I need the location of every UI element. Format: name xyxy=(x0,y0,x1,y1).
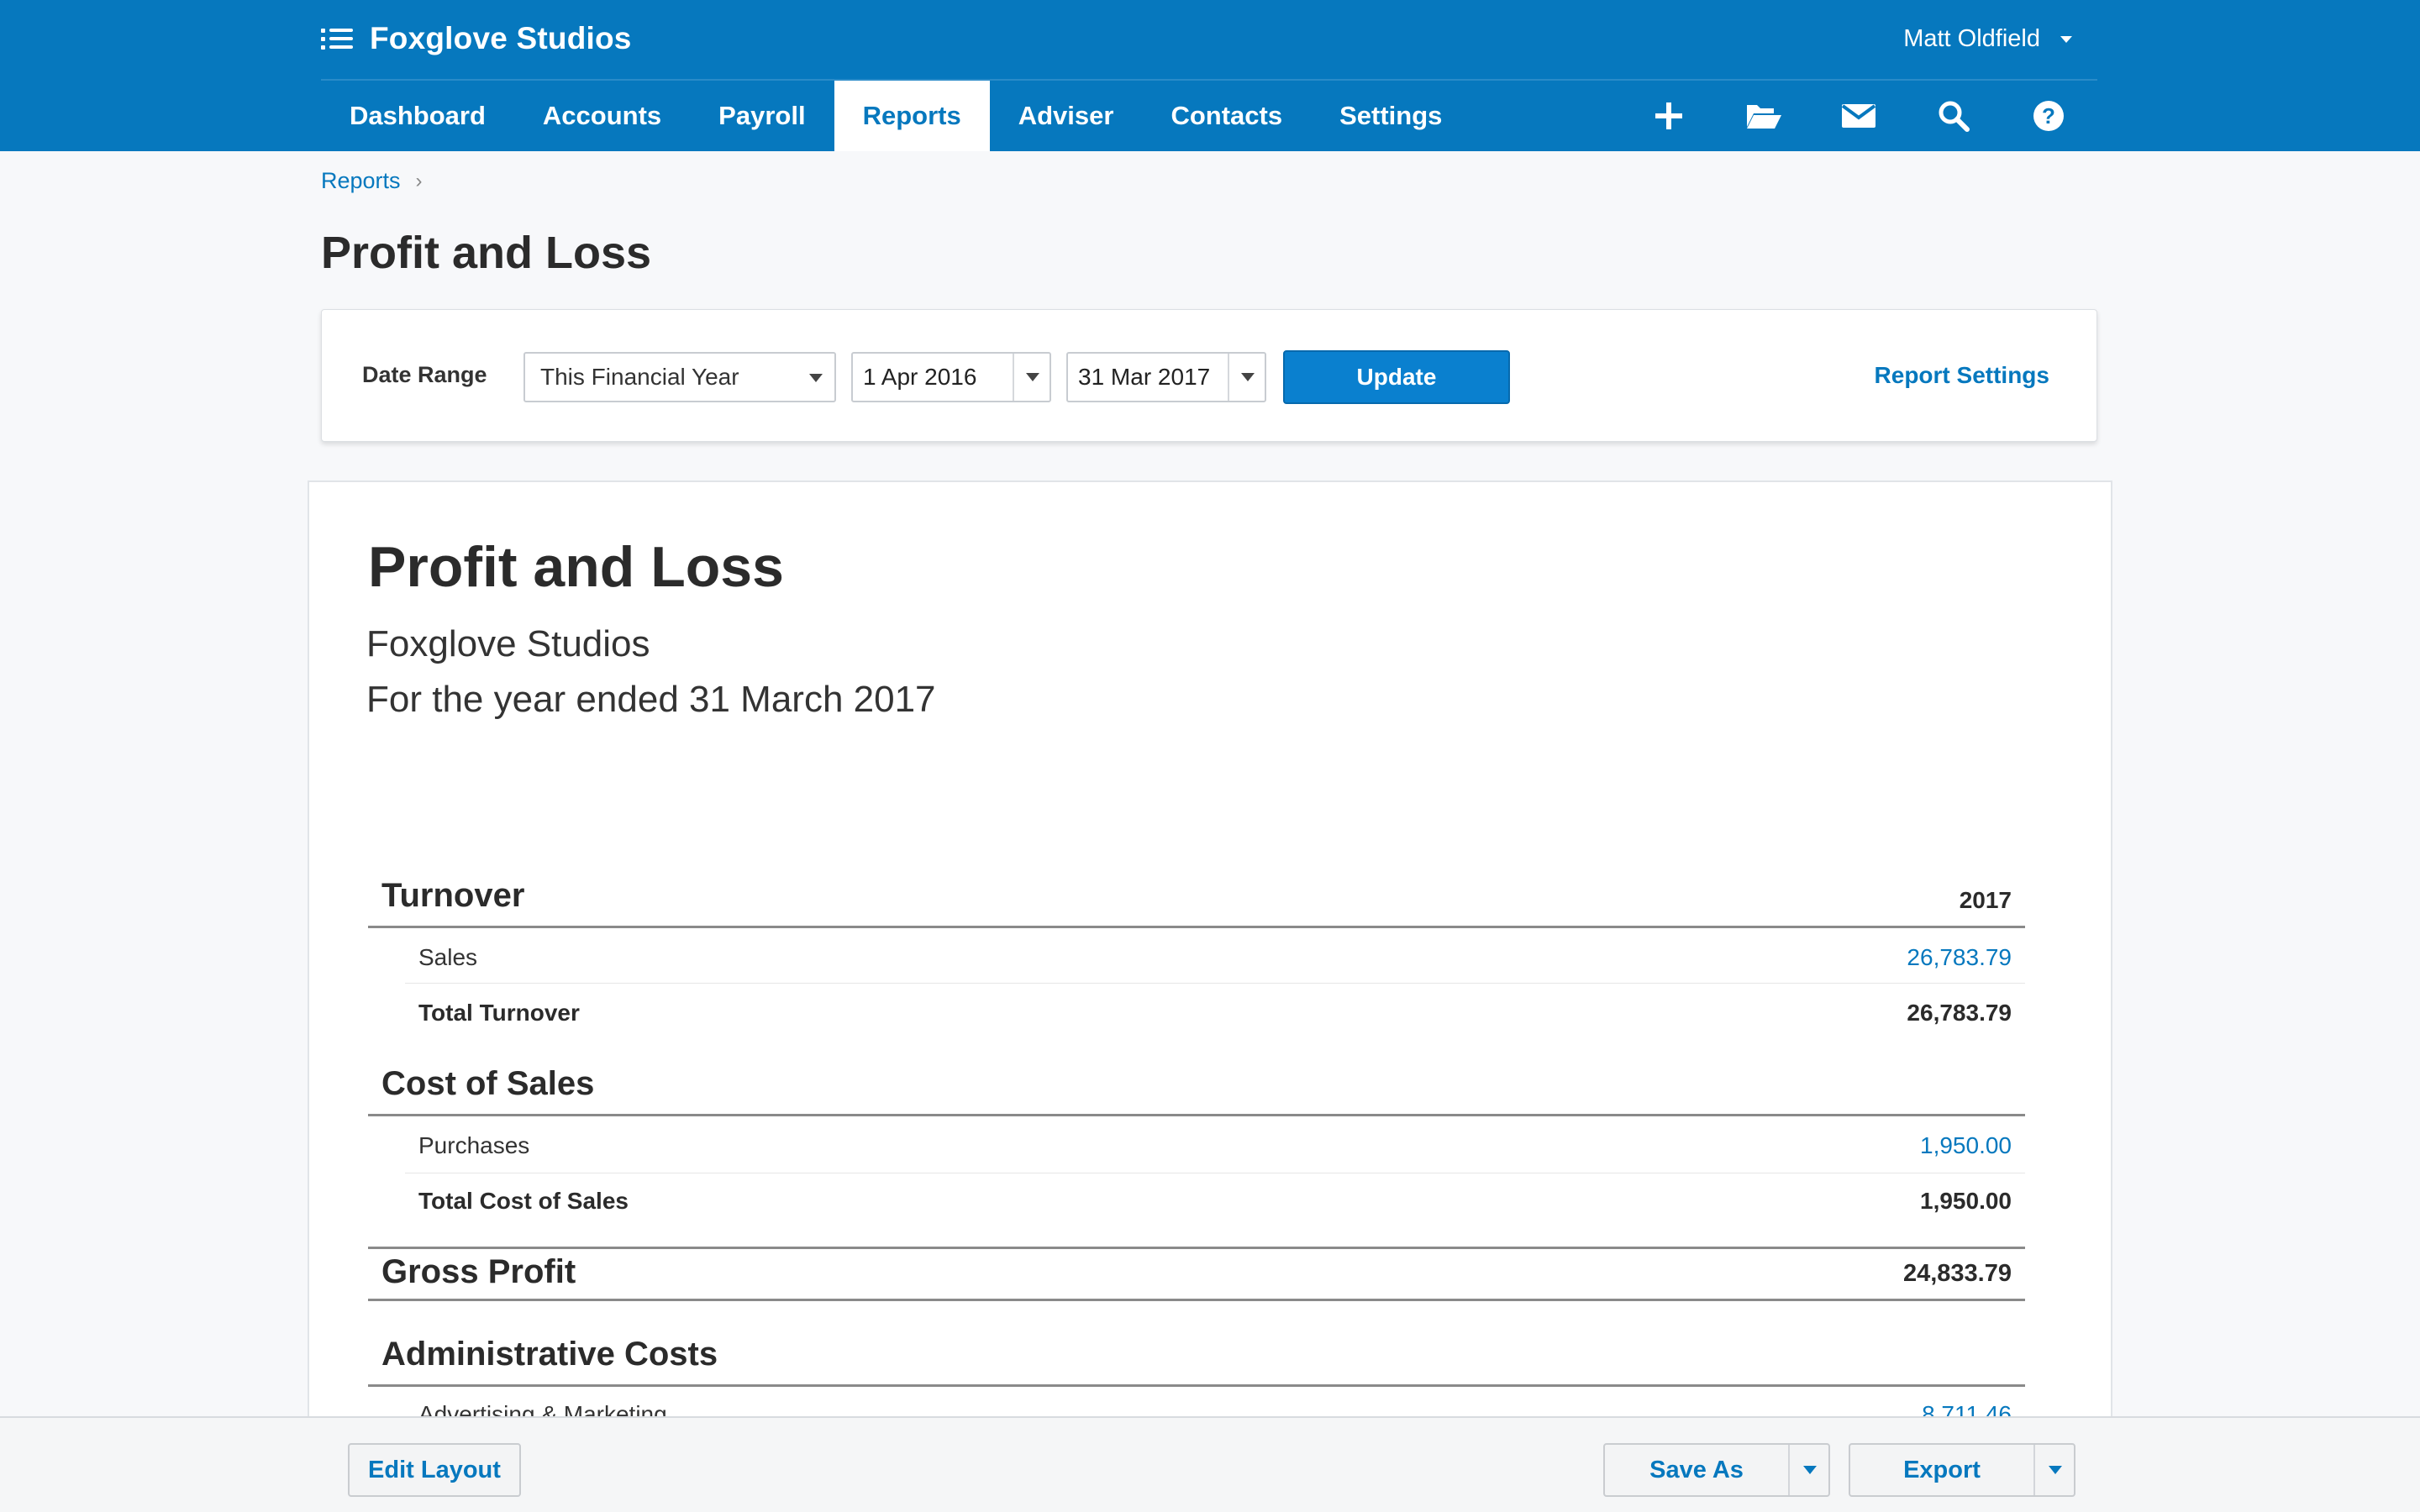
save-as-label: Save As xyxy=(1649,1456,1744,1483)
row-label-sales: Sales xyxy=(418,944,478,970)
report-sheet: Profit and Loss Foxglove Studios For the… xyxy=(308,480,2112,1421)
tab-payroll[interactable]: Payroll xyxy=(690,81,834,151)
header-inner: Foxglove Studios Matt Oldfield Dashboard… xyxy=(321,0,2097,151)
date-range-select[interactable]: This Financial Year xyxy=(523,352,836,402)
end-date-field[interactable]: 31 Mar 2017 xyxy=(1066,352,1266,402)
section-rule xyxy=(368,1384,2025,1387)
start-date-field[interactable]: 1 Apr 2016 xyxy=(851,352,1051,402)
row-label-total-cost-of-sales: Total Cost of Sales xyxy=(418,1188,629,1214)
report-period: For the year ended 31 March 2017 xyxy=(366,679,936,720)
help-icon[interactable]: ? xyxy=(2025,92,2072,139)
chevron-down-icon xyxy=(2049,1466,2062,1474)
tab-reports[interactable]: Reports xyxy=(834,81,990,151)
breadcrumb: Reports › xyxy=(321,168,423,194)
folder-icon[interactable] xyxy=(1740,92,1787,139)
tab-settings[interactable]: Settings xyxy=(1311,81,1470,151)
top-navigation-bar: Foxglove Studios Matt Oldfield Dashboard… xyxy=(0,0,2420,151)
row-value-sales[interactable]: 26,783.79 xyxy=(1907,944,2012,971)
gross-profit-value: 24,833.79 xyxy=(1902,1260,2012,1287)
breadcrumb-separator: › xyxy=(415,169,423,192)
report-org-name: Foxglove Studios xyxy=(366,623,650,664)
menu-list-icon xyxy=(321,25,353,52)
nav-icon-group: ? xyxy=(1597,81,2072,151)
section-heading-admin-costs: Administrative Costs xyxy=(381,1336,718,1373)
section-rule xyxy=(368,926,2025,928)
add-icon[interactable] xyxy=(1645,92,1692,139)
section-heading-cost-of-sales: Cost of Sales xyxy=(381,1065,595,1102)
svg-text:?: ? xyxy=(2042,103,2055,129)
chevron-down-icon xyxy=(1803,1466,1817,1474)
page-title: Profit and Loss xyxy=(321,228,652,278)
chevron-down-icon xyxy=(2060,35,2072,43)
date-range-panel: Date Range This Financial Year 1 Apr 201… xyxy=(321,309,2097,442)
start-date-dropdown[interactable] xyxy=(1013,354,1050,401)
tab-accounts[interactable]: Accounts xyxy=(514,81,690,151)
save-as-button[interactable]: Save As xyxy=(1603,1443,1830,1497)
edit-layout-label: Edit Layout xyxy=(368,1456,501,1483)
row-value-total-cost-of-sales: 1,950.00 xyxy=(1920,1188,2012,1214)
section-heading-turnover: Turnover xyxy=(381,877,525,914)
section-rule xyxy=(368,1299,2025,1301)
save-as-dropdown[interactable] xyxy=(1788,1445,1828,1495)
tab-dashboard[interactable]: Dashboard xyxy=(321,81,514,151)
bottom-action-bar: Edit Layout Save As Export xyxy=(0,1416,2420,1512)
export-dropdown[interactable] xyxy=(2033,1445,2074,1495)
edit-layout-button[interactable]: Edit Layout xyxy=(348,1443,521,1497)
mail-icon[interactable] xyxy=(1835,92,1882,139)
export-label: Export xyxy=(1903,1456,1981,1483)
section-rule xyxy=(368,1247,2025,1249)
tab-contacts[interactable]: Contacts xyxy=(1142,81,1311,151)
row-label-total-turnover: Total Turnover xyxy=(418,1000,580,1026)
user-name: Matt Oldfield xyxy=(1903,25,2040,52)
section-rule xyxy=(368,1114,2025,1116)
breadcrumb-reports-link[interactable]: Reports xyxy=(321,168,401,194)
org-name: Foxglove Studios xyxy=(370,21,632,55)
user-menu[interactable]: Matt Oldfield xyxy=(1903,25,2072,53)
column-header-year: 2017 xyxy=(1959,887,2012,913)
main-nav: Dashboard Accounts Payroll Reports Advis… xyxy=(321,81,1470,151)
chevron-down-icon xyxy=(1026,373,1039,381)
update-button[interactable]: Update xyxy=(1283,350,1510,404)
report-title: Profit and Loss xyxy=(368,535,784,599)
report-settings-link[interactable]: Report Settings xyxy=(1875,362,2049,389)
row-divider xyxy=(405,983,2025,984)
row-value-purchases[interactable]: 1,950.00 xyxy=(1920,1132,2012,1159)
export-button[interactable]: Export xyxy=(1849,1443,2075,1497)
org-switcher[interactable]: Foxglove Studios xyxy=(321,17,632,60)
date-range-label: Date Range xyxy=(362,362,487,387)
gross-profit-label: Gross Profit xyxy=(381,1253,576,1290)
end-date-value: 31 Mar 2017 xyxy=(1078,364,1211,390)
search-icon[interactable] xyxy=(1930,92,1977,139)
tab-adviser[interactable]: Adviser xyxy=(990,81,1143,151)
date-range-value: This Financial Year xyxy=(540,364,739,390)
row-label-purchases: Purchases xyxy=(418,1132,530,1158)
chevron-down-icon xyxy=(809,374,823,382)
row-value-total-turnover: 26,783.79 xyxy=(1907,1000,2012,1026)
chevron-down-icon xyxy=(1241,373,1255,381)
end-date-dropdown[interactable] xyxy=(1228,354,1265,401)
start-date-value: 1 Apr 2016 xyxy=(863,364,977,390)
